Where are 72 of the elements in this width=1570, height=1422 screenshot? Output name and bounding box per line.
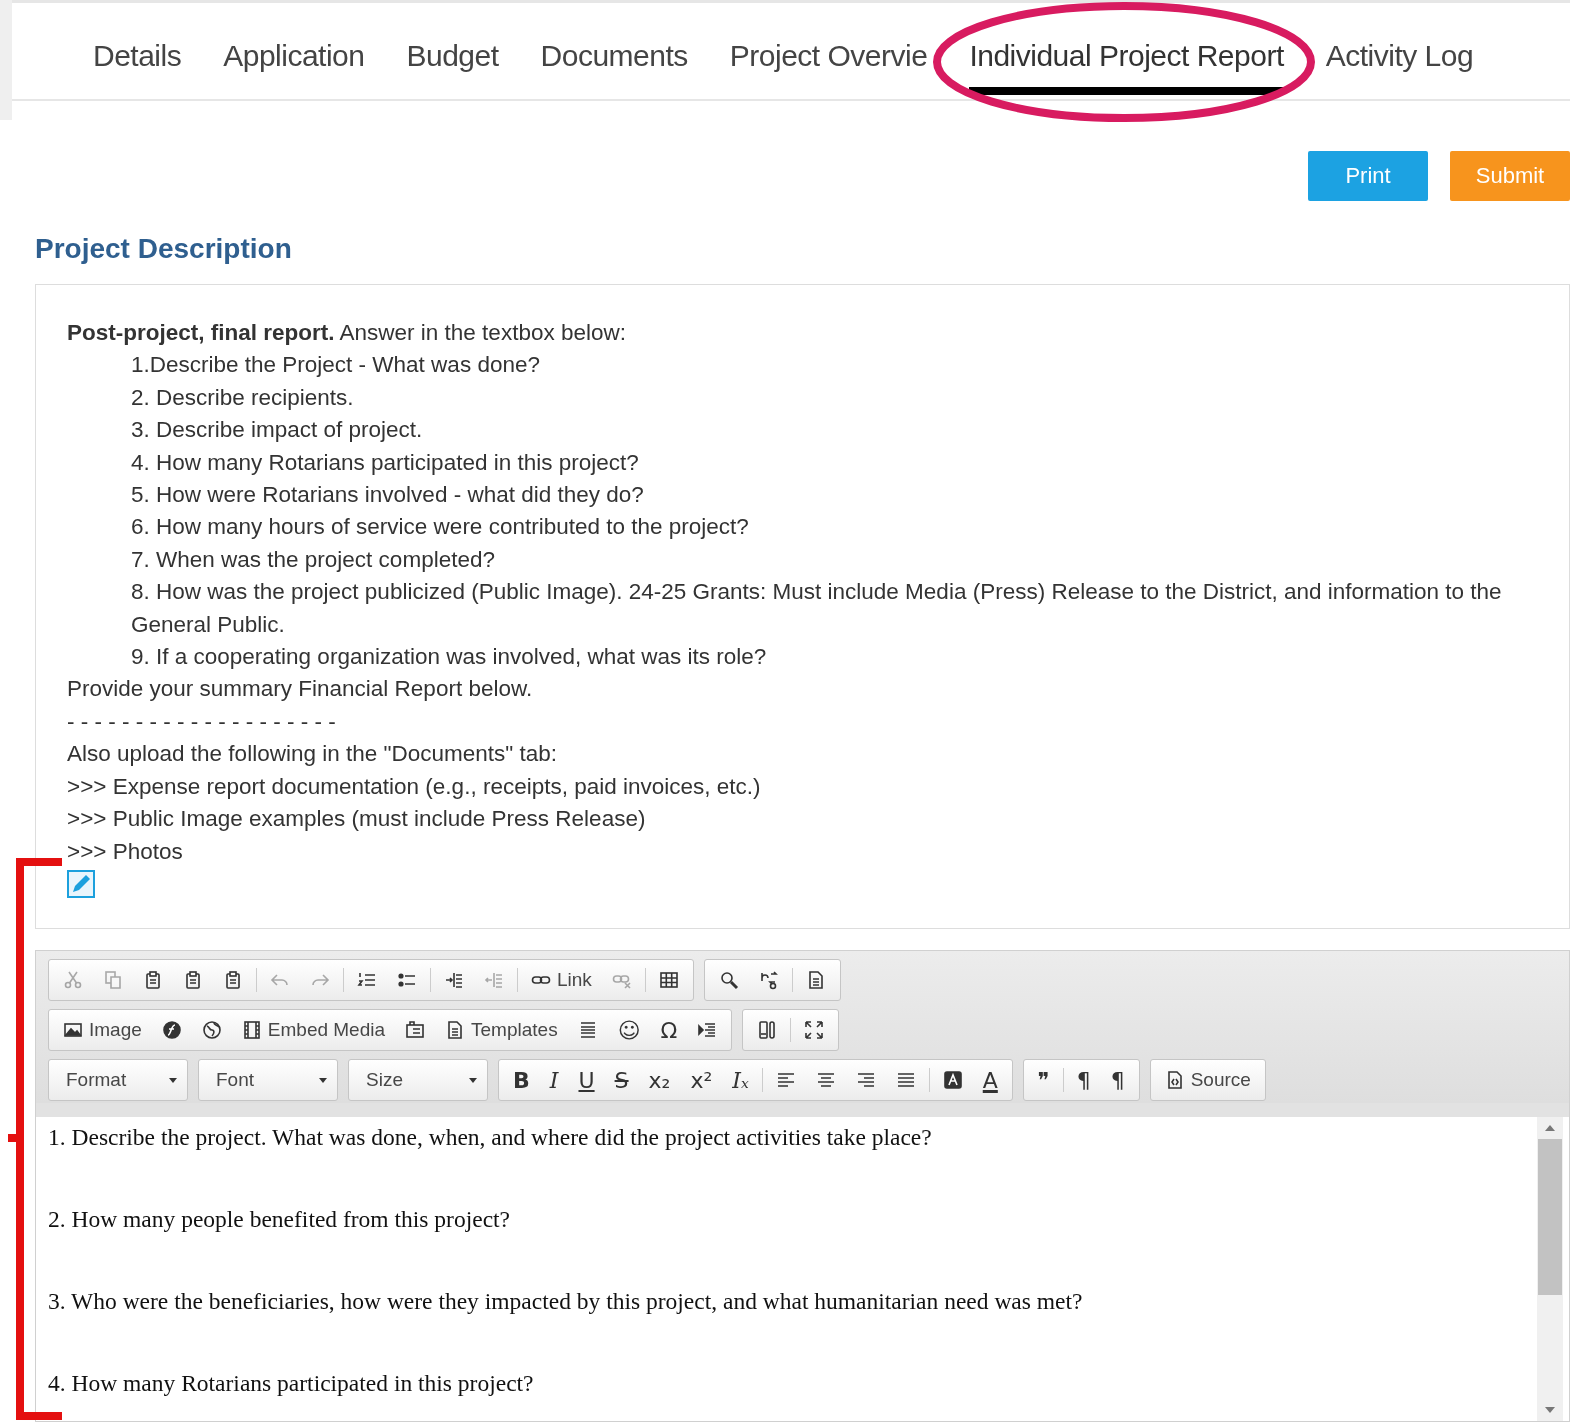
- instruction-line: 6. How many hours of service were contributed to the project?: [130, 513, 750, 542]
- section-title: Project Description: [35, 233, 293, 265]
- tab[interactable]: Documents: [540, 39, 688, 95]
- instruction-line: Provide your summary Financial Report below.: [67, 675, 534, 704]
- indent-icon[interactable]: [444, 970, 464, 990]
- caret-icon: [169, 1077, 177, 1083]
- align-right-icon[interactable]: [855, 1070, 876, 1090]
- dropdown[interactable]: Size: [348, 1059, 488, 1101]
- instruction-line: 1.Describe the Project - What was done?: [130, 351, 541, 380]
- film-button[interactable]: Embed Media: [231, 1013, 396, 1047]
- underline-button[interactable]: U: [568, 1063, 605, 1097]
- instruction-line: 7. When was the project completed?: [130, 545, 496, 574]
- table-icon[interactable]: [658, 970, 679, 990]
- image-button[interactable]: Image: [53, 1013, 152, 1047]
- italic-button[interactable]: I: [539, 1063, 569, 1097]
- instruction-line: 3. Describe impact of project.: [130, 416, 424, 445]
- arrow-up-icon[interactable]: [1545, 1125, 1555, 1131]
- flash-icon[interactable]: [161, 1020, 182, 1040]
- tab[interactable]: Budget: [406, 39, 499, 95]
- globe-icon[interactable]: [201, 1020, 222, 1040]
- align-center-icon[interactable]: [815, 1070, 836, 1090]
- subscript-button[interactable]: x₂: [638, 1063, 681, 1097]
- clipboard-icon[interactable]: [183, 970, 203, 990]
- smiley-button[interactable]: ☺: [607, 1013, 651, 1047]
- quote-button[interactable]: ❞: [1027, 1063, 1060, 1097]
- strikethrough-button[interactable]: S: [604, 1063, 639, 1097]
- instruction-line: >>> Public Image examples (must include Press Release): [67, 805, 647, 834]
- dropdown[interactable]: Format: [48, 1059, 188, 1101]
- link-button[interactable]: Link: [521, 963, 602, 997]
- omega-button[interactable]: Ω: [650, 1013, 688, 1047]
- tab[interactable]: Project Overvie: [729, 39, 928, 95]
- instruction-line: Post-project, final report. Answer in the textbox below:: [67, 319, 627, 347]
- tab[interactable]: Activity Log: [1325, 39, 1474, 95]
- clipboard-icon[interactable]: [223, 970, 243, 990]
- clear-format-button[interactable]: Iₓ: [722, 1063, 759, 1097]
- pencil-icon[interactable]: [67, 869, 95, 898]
- instruction-line: >>> Photos: [67, 837, 184, 866]
- highlight-icon[interactable]: [942, 1070, 963, 1090]
- instruction-line: >>> Expense report documentation (e.g., receipts, paid invoices, etc.): [67, 772, 762, 801]
- bold-button[interactable]: B: [503, 1063, 540, 1097]
- maximize-icon[interactable]: [804, 1020, 825, 1040]
- left-to-right-button[interactable]: ¶: [1066, 1063, 1101, 1097]
- instruction-line: Also upload the following in the "Documents" tab:: [67, 740, 558, 769]
- search-icon[interactable]: [718, 970, 739, 990]
- justify-icon[interactable]: [895, 1070, 916, 1090]
- superscript-button[interactable]: x²: [680, 1063, 723, 1097]
- tab[interactable]: Application: [223, 39, 365, 95]
- instruction-line: 2. Describe recipients.: [130, 383, 355, 412]
- scrollbar[interactable]: [1537, 1117, 1563, 1421]
- dropdown[interactable]: Font: [198, 1059, 338, 1101]
- clipboard-icon[interactable]: [143, 970, 163, 990]
- arrow-down-icon[interactable]: [1545, 1407, 1555, 1413]
- editor-paragraph: 1. Describe the project. What was done, when, and where did the project activities take place?: [48, 1125, 933, 1150]
- instruction-line: 5. How were Rotarians involved - what did they do?: [130, 481, 645, 510]
- text-color-button[interactable]: A: [972, 1063, 1008, 1097]
- instruction-line: - - - - - - - - - - - - - - - - - - - -: [67, 707, 337, 736]
- instruction-line: 9. If a cooperating organization was involved, what was its role?: [130, 643, 768, 672]
- page-break-icon[interactable]: [697, 1020, 718, 1040]
- editor-paragraph: 2. How many people benefited from this project?: [48, 1207, 512, 1232]
- right-to-left-button[interactable]: ¶: [1100, 1063, 1135, 1097]
- tab[interactable]: Details: [93, 39, 182, 95]
- editor-paragraph: 3. Who were the beneficiaries, how were they impacted by this project, and what humanitarian need was met?: [48, 1289, 1084, 1314]
- caret-icon: [319, 1077, 327, 1083]
- document-button[interactable]: Templates: [435, 1013, 568, 1047]
- bulleted-list-icon[interactable]: [397, 970, 417, 990]
- align-left-icon[interactable]: [775, 1070, 796, 1090]
- caret-icon: [469, 1077, 477, 1083]
- image-icon: [63, 1020, 83, 1040]
- editor-paragraph: 4. How many Rotarians participated in this project?: [48, 1371, 535, 1396]
- instruction-line: 4. How many Rotarians participated in this project?: [130, 448, 640, 477]
- film-icon: [241, 1020, 262, 1040]
- instruction-line: 8. How was the project publicized (Public Image). 24-25 Grants: Must include Media (Press) Release to the District, and information to the General Public.: [130, 578, 1503, 639]
